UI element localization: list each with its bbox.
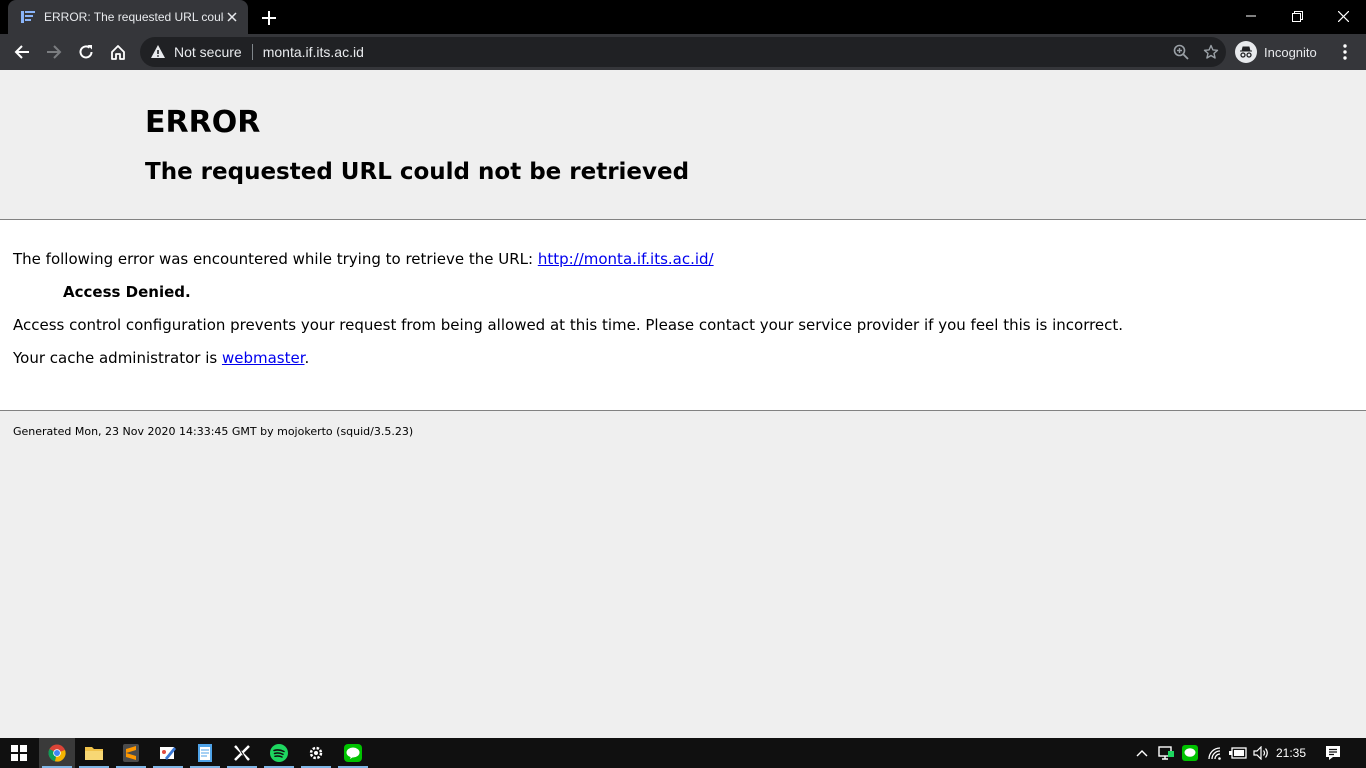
browser-toolbar: Not secure monta.if.its.ac.id Incognito <box>0 34 1366 70</box>
forward-button[interactable] <box>40 38 68 66</box>
windows-logo-icon <box>11 745 27 761</box>
taskbar-file-explorer[interactable] <box>76 738 112 768</box>
home-button[interactable] <box>104 38 132 66</box>
webmaster-link[interactable]: webmaster <box>222 349 305 367</box>
notification-icon <box>1326 746 1340 760</box>
close-tab-icon[interactable] <box>224 9 240 25</box>
page-icon <box>20 9 36 25</box>
spotify-icon <box>270 744 288 762</box>
admin-line: Your cache administrator is webmaster. <box>13 349 309 367</box>
minimize-button[interactable] <box>1228 0 1274 32</box>
start-button[interactable] <box>0 738 38 768</box>
battery-icon <box>1229 747 1247 759</box>
browser-tab[interactable]: ERROR: The requested URL could not be re… <box>8 0 248 34</box>
tab-strip: ERROR: The requested URL could not be re… <box>0 0 1366 34</box>
requested-url-link[interactable]: http://monta.if.its.ac.id/ <box>538 250 714 268</box>
web-page: ERROR The requested URL could not be ret… <box>0 70 1366 738</box>
taskbar-clock[interactable]: 21:35 <box>1276 738 1306 768</box>
error-content: The following error was encountered whil… <box>0 219 1366 411</box>
intro-text: The following error was encountered whil… <box>13 250 538 268</box>
browser-menu-button[interactable] <box>1333 38 1357 66</box>
taskbar-settings[interactable] <box>298 738 334 768</box>
incognito-icon <box>1235 41 1257 63</box>
reload-button[interactable] <box>72 38 100 66</box>
warning-icon[interactable] <box>150 44 166 60</box>
taskbar-sublime-text[interactable] <box>113 738 149 768</box>
tray-line[interactable] <box>1179 738 1201 768</box>
back-arrow-icon <box>14 45 29 59</box>
taskbar: 21:35 <box>0 738 1366 768</box>
tray-wifi[interactable] <box>1204 738 1226 768</box>
new-tab-button[interactable] <box>258 7 280 29</box>
bookmark-star-icon[interactable] <box>1196 37 1226 67</box>
taskbar-line[interactable] <box>335 738 371 768</box>
error-title: Access Denied. <box>63 283 191 301</box>
url-text[interactable]: monta.if.its.ac.id <box>263 44 1166 60</box>
monitor-icon <box>1158 746 1174 760</box>
wifi-icon <box>1208 747 1221 760</box>
notepad-icon <box>198 744 212 762</box>
zoom-icon[interactable] <box>1166 37 1196 67</box>
back-button[interactable] <box>8 38 36 66</box>
tab-title: ERROR: The requested URL could not be re… <box>44 10 224 24</box>
tray-volume[interactable] <box>1250 738 1272 768</box>
settings-icon <box>309 746 323 760</box>
reload-icon <box>79 45 93 59</box>
page-title: ERROR <box>145 105 261 140</box>
line-tray-icon <box>1182 745 1198 761</box>
admin-suffix: . <box>304 349 310 367</box>
error-description: Access control configuration prevents yo… <box>13 316 1124 334</box>
taskbar-xampp[interactable] <box>224 738 260 768</box>
home-icon <box>111 45 125 60</box>
xampp-icon <box>234 744 250 762</box>
incognito-label: Incognito <box>1264 44 1317 60</box>
address-bar[interactable]: Not secure monta.if.its.ac.id <box>140 37 1226 67</box>
chevron-up-icon <box>1136 750 1148 757</box>
show-hidden-icons-button[interactable] <box>1131 738 1153 768</box>
admin-text: Your cache administrator is <box>13 349 222 367</box>
tray-battery[interactable] <box>1227 738 1249 768</box>
page-subtitle: The requested URL could not be retrieved <box>145 159 690 185</box>
chrome-icon <box>48 744 66 762</box>
more-vert-icon <box>1343 44 1347 60</box>
forward-arrow-icon <box>47 45 62 59</box>
intro-line: The following error was encountered whil… <box>13 250 714 268</box>
action-center-button[interactable] <box>1322 738 1344 768</box>
file-explorer-icon <box>85 747 103 760</box>
close-window-button[interactable] <box>1320 0 1366 32</box>
tray-network-app[interactable] <box>1155 738 1177 768</box>
taskbar-chrome[interactable] <box>39 738 75 768</box>
paint-icon <box>160 747 176 760</box>
omnibox-divider <box>251 44 253 60</box>
taskbar-notepad[interactable] <box>187 738 223 768</box>
line-icon <box>344 744 362 762</box>
taskbar-spotify[interactable] <box>261 738 297 768</box>
security-status[interactable]: Not secure <box>174 44 242 60</box>
volume-icon <box>1253 746 1268 760</box>
restore-button[interactable] <box>1274 0 1320 32</box>
generated-footer: Generated Mon, 23 Nov 2020 14:33:45 GMT … <box>13 425 414 438</box>
taskbar-paint[interactable] <box>150 738 186 768</box>
incognito-indicator[interactable]: Incognito <box>1232 39 1327 65</box>
sublime-text-icon <box>123 744 139 762</box>
